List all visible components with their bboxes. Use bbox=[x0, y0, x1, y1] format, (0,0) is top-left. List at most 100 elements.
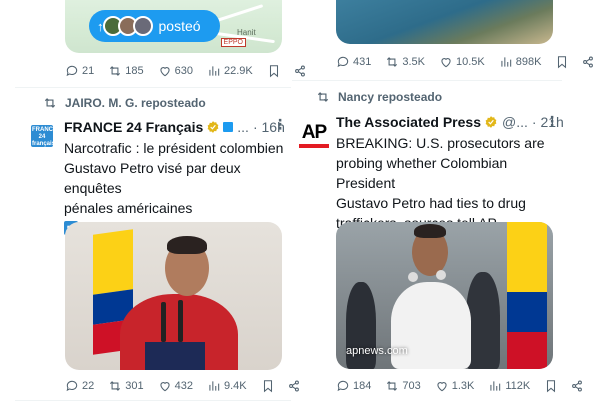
views-count: 22.9K bbox=[223, 65, 253, 77]
repost-indicator[interactable]: JAIRO. M. G. reposteado bbox=[43, 96, 206, 110]
heart-icon bbox=[160, 382, 170, 392]
reply-button[interactable]: 184 bbox=[336, 379, 371, 393]
share-button[interactable] bbox=[570, 379, 584, 393]
verified-badge-icon bbox=[485, 116, 497, 128]
reply-button[interactable]: 431 bbox=[336, 55, 371, 69]
repost-icon bbox=[110, 66, 121, 76]
reply-button[interactable]: 22 bbox=[65, 379, 94, 393]
map-media[interactable]: Hanit EPPO ↑ posteó bbox=[65, 0, 282, 53]
share-icon bbox=[294, 65, 305, 77]
bookmark-button[interactable] bbox=[267, 64, 281, 78]
microphone bbox=[408, 272, 418, 282]
bookmark-icon bbox=[558, 56, 567, 69]
flag-yellow bbox=[93, 229, 133, 295]
bookmark-button[interactable] bbox=[261, 379, 275, 393]
flag-red bbox=[507, 332, 547, 369]
post-text-line: pénales américaines bbox=[64, 200, 193, 216]
reply-count: 431 bbox=[353, 56, 372, 68]
repost-button[interactable]: 185 bbox=[108, 64, 144, 78]
landscape-media[interactable] bbox=[336, 0, 553, 44]
reply-count: 22 bbox=[82, 380, 95, 392]
repost-icon bbox=[317, 92, 329, 102]
reply-icon bbox=[66, 65, 78, 77]
post-text-line: Narcotrafic : le président colombien bbox=[64, 140, 284, 156]
share-button[interactable] bbox=[581, 55, 595, 69]
microphone bbox=[178, 300, 183, 342]
share-button[interactable] bbox=[287, 379, 301, 393]
share-button[interactable] bbox=[293, 64, 307, 78]
reply-icon bbox=[337, 56, 349, 68]
action-bar: 431 3.5K 10.5K 898K bbox=[336, 55, 607, 69]
bookmark-icon bbox=[547, 380, 556, 393]
post-text: BREAKING: U.S. prosecutors are probing w… bbox=[336, 133, 566, 233]
more-options-icon[interactable]: ⋮ bbox=[273, 116, 288, 133]
share-icon bbox=[583, 56, 594, 68]
ap-logo-bar bbox=[299, 144, 329, 148]
podium bbox=[145, 342, 205, 370]
reply-count: 21 bbox=[82, 65, 95, 77]
post-text-line: BREAKING: U.S. prosecutors are bbox=[336, 135, 545, 151]
views-count: 898K bbox=[515, 56, 542, 68]
like-button[interactable]: 432 bbox=[158, 379, 193, 393]
repost-indicator[interactable]: Nancy reposteado bbox=[316, 90, 442, 104]
views-button[interactable]: 22.9K bbox=[207, 64, 253, 78]
author-name[interactable]: FRANCE 24 Français bbox=[64, 119, 203, 135]
repost-count: 703 bbox=[402, 380, 421, 392]
repost-button[interactable]: 301 bbox=[108, 379, 144, 393]
views-icon bbox=[209, 381, 220, 391]
person-hair bbox=[167, 236, 207, 254]
divider bbox=[15, 87, 291, 88]
like-count: 630 bbox=[174, 65, 193, 77]
repost-by-label: Nancy reposteado bbox=[338, 90, 443, 104]
views-icon bbox=[501, 57, 511, 67]
views-icon bbox=[209, 66, 220, 76]
media-caption[interactable]: apnews.com bbox=[346, 345, 408, 357]
heart-icon bbox=[437, 382, 447, 392]
repost-button[interactable]: 3.5K bbox=[385, 55, 425, 69]
repost-icon bbox=[44, 98, 56, 108]
background-person bbox=[466, 272, 500, 369]
like-count: 10.5K bbox=[456, 56, 485, 68]
author-name[interactable]: The Associated Press bbox=[336, 114, 481, 130]
views-button[interactable]: 9.4K bbox=[207, 379, 247, 393]
heart-icon bbox=[160, 67, 170, 77]
affiliate-badge-icon bbox=[223, 122, 234, 132]
microphone bbox=[161, 302, 166, 342]
like-count: 432 bbox=[174, 380, 193, 392]
avatar[interactable]: FRANCE 24 français bbox=[31, 125, 57, 147]
divider bbox=[15, 400, 291, 401]
post-text-line: probing whether Colombian President bbox=[336, 155, 508, 191]
repost-by-label: JAIRO. M. G. reposteado bbox=[65, 96, 206, 110]
post-text-line: Gustavo Petro had ties to drug bbox=[336, 195, 526, 211]
views-count: 112K bbox=[505, 380, 531, 392]
reply-count: 184 bbox=[353, 380, 372, 392]
repost-icon bbox=[387, 381, 398, 391]
map-place-label: Hanit bbox=[237, 28, 256, 37]
views-button[interactable]: 898K bbox=[499, 55, 542, 69]
reply-button[interactable]: 21 bbox=[65, 64, 94, 78]
repost-count: 185 bbox=[125, 65, 144, 77]
views-button[interactable]: 112K bbox=[488, 379, 530, 393]
like-button[interactable]: 630 bbox=[158, 64, 193, 78]
bookmark-button[interactable] bbox=[555, 55, 569, 69]
divider bbox=[292, 80, 562, 81]
reply-icon bbox=[66, 380, 78, 392]
share-icon bbox=[572, 380, 583, 392]
repost-button[interactable]: 703 bbox=[385, 379, 421, 393]
new-posts-label: posteó bbox=[158, 18, 201, 34]
post-image[interactable] bbox=[65, 222, 282, 370]
like-button[interactable]: 10.5K bbox=[439, 55, 485, 69]
like-button[interactable]: 1.3K bbox=[435, 379, 474, 393]
post-image[interactable]: apnews.com bbox=[336, 222, 553, 369]
new-posts-pill[interactable]: ↑ posteó bbox=[89, 10, 220, 42]
heart-icon bbox=[441, 58, 451, 68]
more-options-icon[interactable]: ⋮ bbox=[545, 113, 560, 130]
post-header: The Associated Press @... · 21h bbox=[336, 114, 564, 130]
avatar[interactable]: AP bbox=[299, 122, 329, 152]
author-handle[interactable]: @... bbox=[502, 114, 528, 130]
post-header: FRANCE 24 Français ... · 16h bbox=[64, 119, 285, 135]
bookmark-icon bbox=[263, 380, 272, 393]
bookmark-button[interactable] bbox=[544, 379, 558, 393]
author-handle[interactable]: ... bbox=[237, 119, 249, 135]
repost-icon bbox=[110, 381, 121, 391]
